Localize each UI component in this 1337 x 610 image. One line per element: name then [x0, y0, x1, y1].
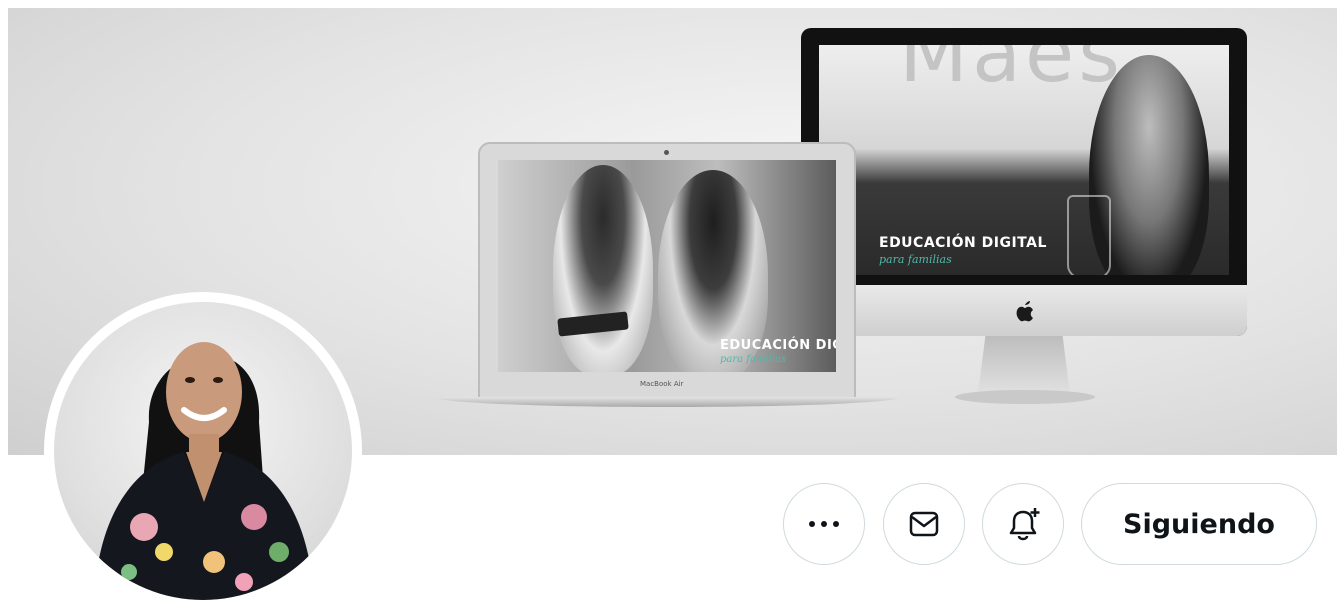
message-button[interactable]	[883, 483, 965, 565]
imac-screen: Maes EDUCACIÓN DIGITAL para familias	[819, 45, 1229, 275]
imac-stand	[978, 336, 1070, 394]
laptop-camera	[664, 150, 669, 155]
imac-screen-title: EDUCACIÓN DIGITAL	[879, 235, 1047, 251]
child-boy-photo	[553, 165, 653, 372]
bell-plus-icon	[1009, 508, 1040, 541]
laptop-screen-title: EDUCACIÓN DIGITAL	[720, 338, 836, 353]
imac-screen-heading: Maes	[899, 45, 1124, 100]
profile-avatar[interactable]	[54, 302, 352, 600]
imac-screen-subtitle: para familias	[879, 253, 952, 266]
following-button[interactable]: Siguiendo	[1081, 483, 1317, 565]
notifications-button[interactable]	[982, 483, 1064, 565]
water-carafe	[1067, 195, 1111, 275]
avatar-portrait	[94, 342, 314, 600]
envelope-icon	[909, 511, 939, 537]
laptop-screen-subtitle: para familias	[720, 354, 787, 365]
more-horizontal-icon	[809, 521, 839, 527]
apple-logo-icon	[1016, 301, 1033, 322]
imac-foot	[955, 390, 1095, 404]
laptop-screen: EDUCACIÓN DIGITAL para familias	[498, 160, 836, 372]
more-options-button[interactable]	[783, 483, 865, 565]
macbook-label: MacBook Air	[640, 380, 684, 388]
